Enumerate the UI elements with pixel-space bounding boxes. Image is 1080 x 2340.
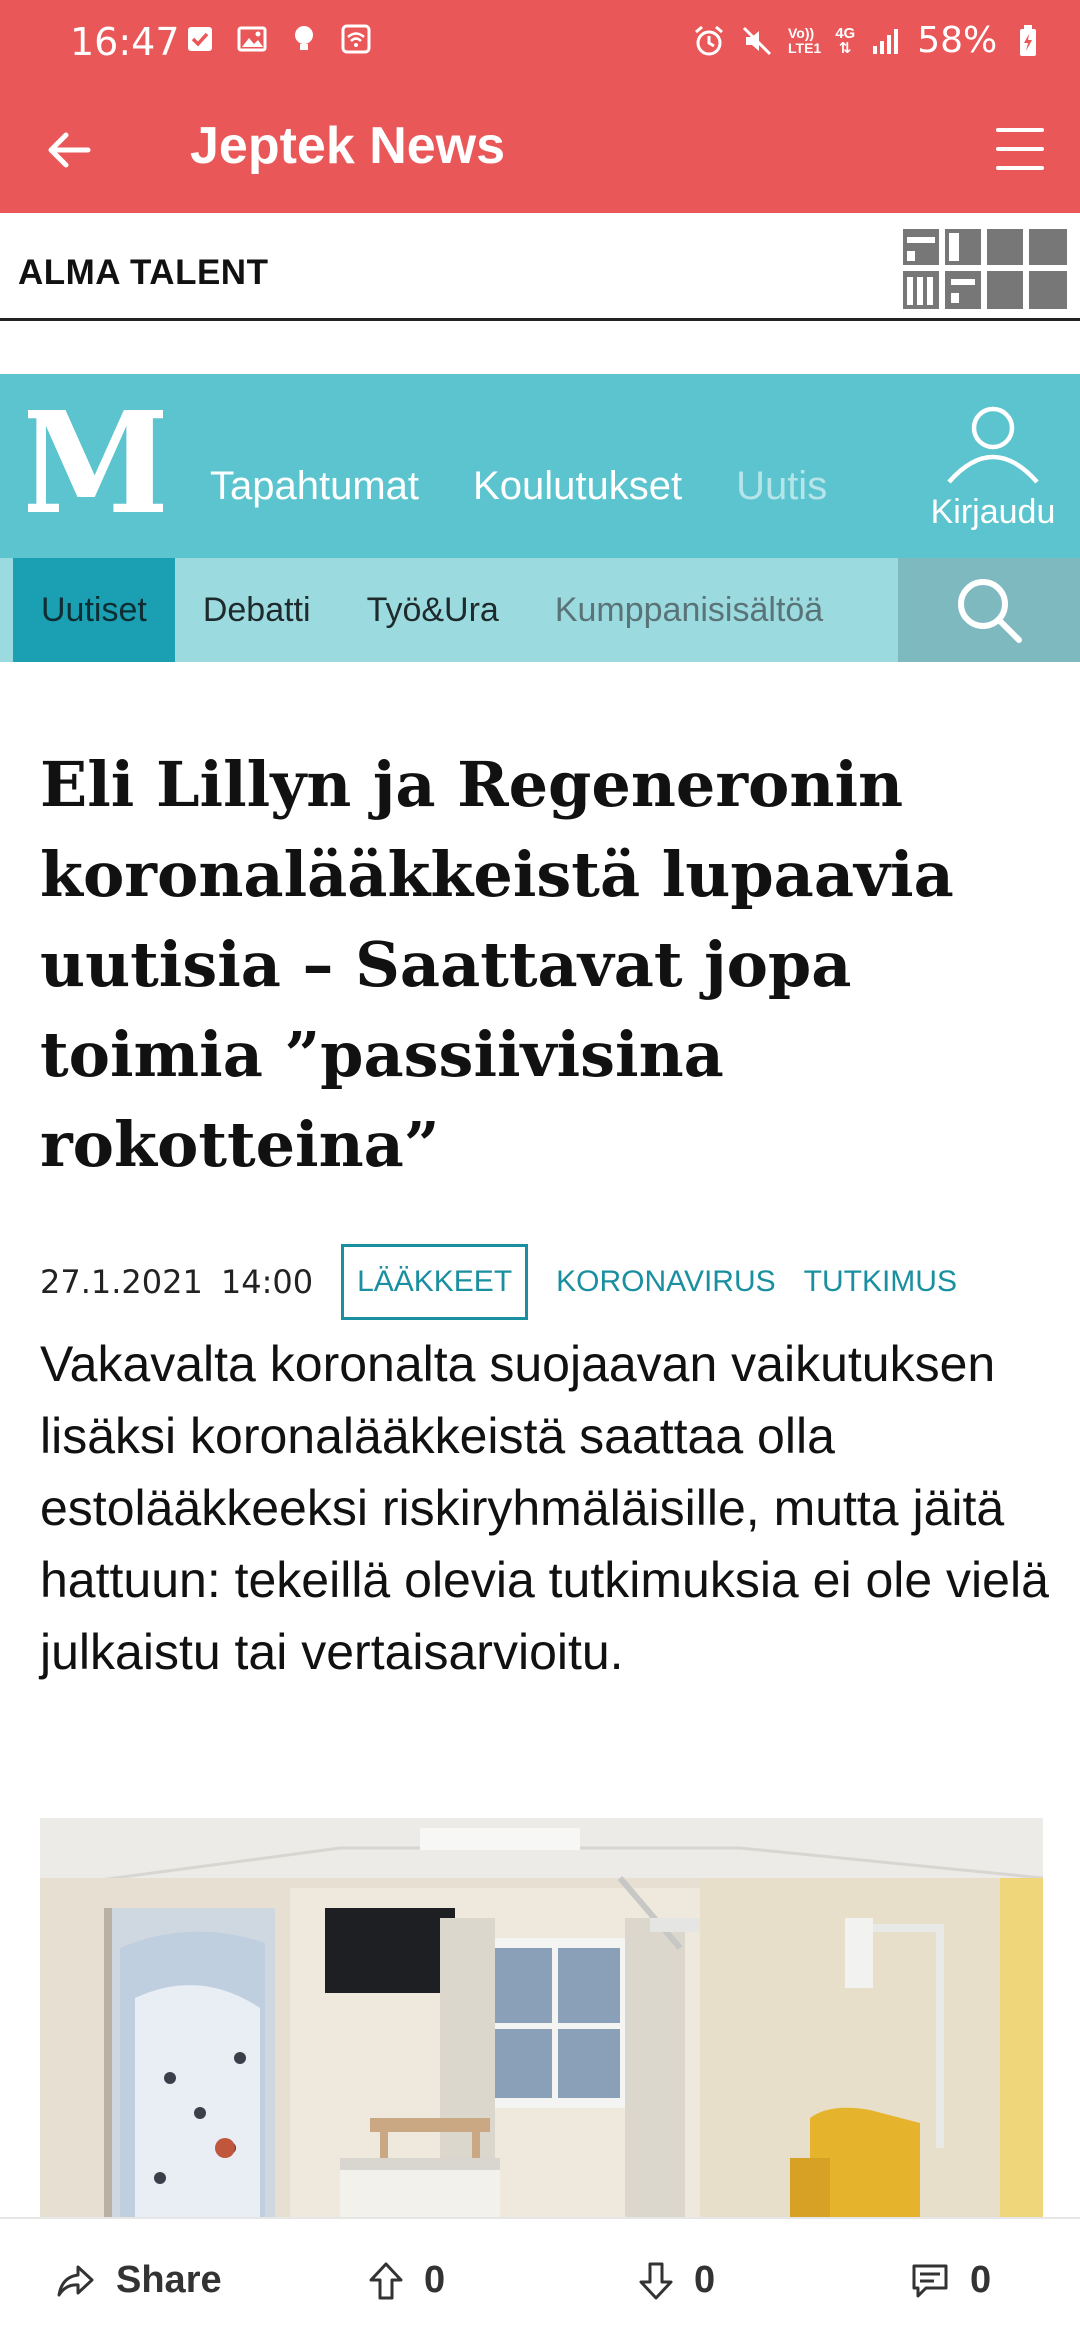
volte-indicator: Vo)) LTE1 — [788, 24, 822, 56]
image-notification-icon — [235, 22, 269, 56]
section-tabs: Uutiset Debatti Työ&Ura Kumppanisisältöä — [0, 558, 1080, 662]
article-lead: Vakavalta koronalta suojaavan vaikutukse… — [40, 1336, 1049, 1680]
battery-charging-icon — [1011, 24, 1045, 58]
system-icons: Vo)) LTE1 4G ⇅ 58% — [692, 20, 1045, 61]
nav-item-koulutukset[interactable]: Koulutukset — [473, 464, 682, 509]
mute-icon — [740, 24, 774, 58]
action-bar: Share 0 0 0 — [0, 2217, 1080, 2340]
bulb-notification-icon — [287, 22, 321, 56]
article-time: 14:00 — [220, 1263, 314, 1301]
notification-icons — [183, 22, 373, 56]
tag-laakkeet[interactable]: LÄÄKKEET — [341, 1244, 529, 1320]
upvote-button[interactable]: 0 — [368, 2259, 445, 2302]
article-meta: 27.1.2021 14:00 LÄÄKKEET KORONAVIRUS TUT… — [40, 1243, 1040, 1321]
tab-kumppanisisaltoa[interactable]: Kumppanisisältöä — [527, 558, 851, 662]
comment-icon — [912, 2264, 948, 2297]
logo-letter: M — [28, 410, 163, 520]
back-arrow-icon[interactable] — [40, 120, 100, 180]
app-title: Jeptek News — [190, 117, 506, 175]
battery-percent: 58% — [917, 20, 998, 61]
nav-item-uutiskirje[interactable]: Uutis — [736, 464, 827, 509]
share-label: Share — [116, 2259, 222, 2301]
article-headline: Eli Lillyn ja Regeneronin koronalääkkeis… — [40, 748, 954, 1181]
downvote-count: 0 — [694, 2259, 716, 2301]
downvote-icon — [639, 2262, 673, 2299]
user-icon — [947, 406, 1039, 484]
share-icon — [57, 2265, 94, 2296]
tab-tyo-ura[interactable]: Työ&Ura — [339, 558, 527, 662]
top-bar: 16:47 Vo)) LTE1 4G ⇅ 58% Jeptek News — [0, 0, 1080, 213]
search-button[interactable] — [898, 558, 1080, 662]
comments-button[interactable]: 0 — [910, 2259, 991, 2302]
site-nav: Tapahtumat Koulutukset Uutis — [210, 464, 920, 509]
login-label: Kirjaudu — [930, 493, 1056, 531]
search-icon — [958, 579, 1022, 643]
alma-talent-banner: ALMA TALENT — [0, 213, 1080, 321]
site-m-logo[interactable]: M — [18, 382, 173, 546]
wifi-box-notification-icon — [339, 22, 373, 56]
article-date: 27.1.2021 — [40, 1263, 203, 1301]
share-button[interactable]: Share — [56, 2259, 222, 2302]
upvote-icon — [369, 2262, 403, 2299]
nav-item-tapahtumat[interactable]: Tapahtumat — [210, 464, 419, 509]
upvote-count: 0 — [424, 2259, 446, 2301]
hamburger-menu-icon[interactable] — [990, 122, 1050, 176]
site-header: M Tapahtumat Koulutukset Uutis Kirjaudu — [0, 374, 1080, 558]
comment-count: 0 — [970, 2259, 992, 2301]
checkbox-notification-icon — [183, 22, 217, 56]
network-4g-indicator: 4G ⇅ — [835, 24, 856, 57]
app-bar: Jeptek News — [0, 84, 1080, 213]
alarm-icon — [692, 24, 726, 58]
tag-koronavirus[interactable]: KORONAVIRUS — [556, 1265, 775, 1299]
downvote-button[interactable]: 0 — [638, 2259, 715, 2302]
alma-logo-icon — [903, 229, 1067, 309]
data-arrows-icon: ⇅ — [838, 39, 852, 57]
article-photo — [40, 1818, 1043, 2218]
status-time: 16:47 — [70, 20, 180, 64]
signal-icon — [869, 24, 903, 58]
tab-uutiset[interactable]: Uutiset — [13, 558, 175, 662]
tab-debatti[interactable]: Debatti — [175, 558, 339, 662]
alma-talent-brand[interactable]: ALMA TALENT — [18, 253, 268, 293]
status-bar: 16:47 Vo)) LTE1 4G ⇅ 58% — [0, 0, 1080, 84]
login-button[interactable]: Kirjaudu — [918, 404, 1068, 532]
tag-tutkimus[interactable]: TUTKIMUS — [804, 1265, 957, 1299]
